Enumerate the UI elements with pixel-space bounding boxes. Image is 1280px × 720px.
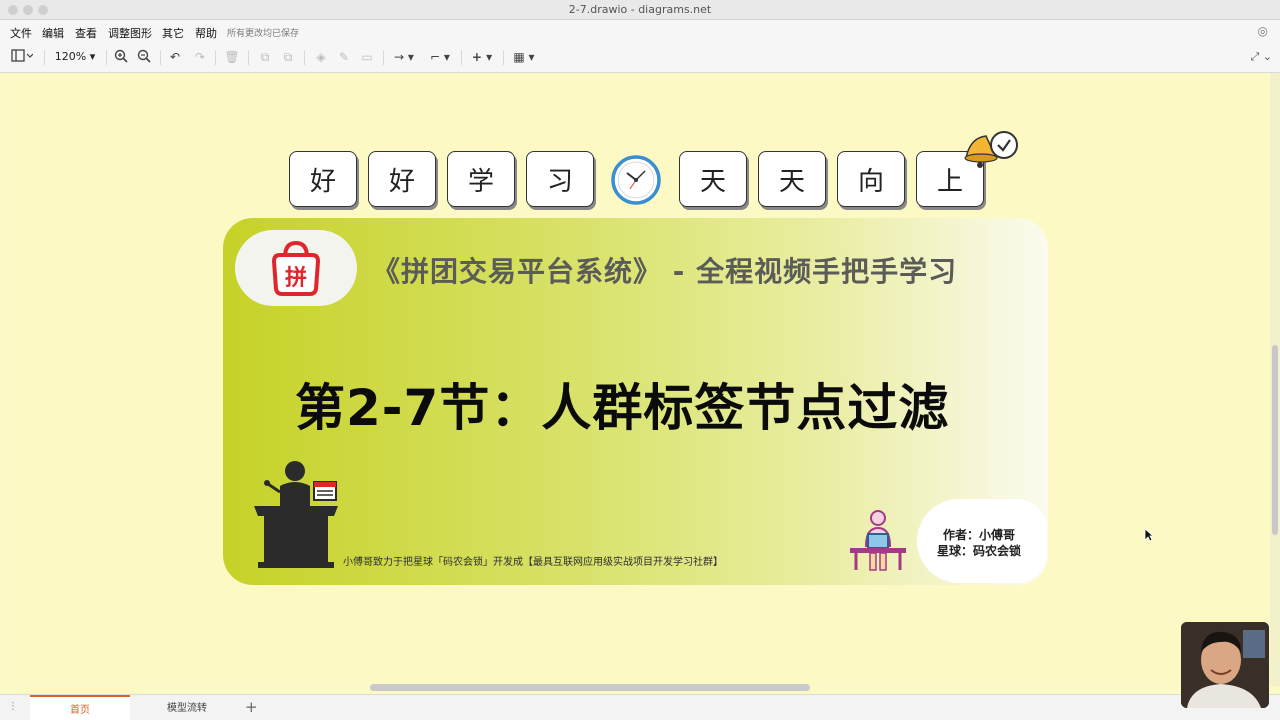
zoom-out-icon[interactable]: [136, 49, 152, 65]
connection-style-icon[interactable]: → ▾: [391, 49, 417, 65]
char-box[interactable]: 向: [837, 151, 905, 207]
alarm-bell-icon[interactable]: [962, 128, 1020, 172]
reading-person-icon: [850, 510, 906, 571]
save-status: 所有更改均已保存: [227, 29, 300, 39]
horizontal-scroll-thumb[interactable]: [370, 684, 810, 691]
clock-icon[interactable]: [610, 154, 662, 206]
right-panel-tools[interactable]: ⤢ ⌄: [1250, 50, 1272, 64]
add-page-icon[interactable]: +: [245, 698, 258, 716]
fill-color-icon[interactable]: ◈: [313, 49, 329, 65]
format-panel-toggle-icon[interactable]: [9, 49, 35, 65]
zoom-in-icon[interactable]: [113, 49, 129, 65]
char-box[interactable]: 天: [758, 151, 826, 207]
author-card: 作者：小傅哥 星球：码农会锁: [917, 499, 1047, 583]
char-box[interactable]: 好: [368, 151, 436, 207]
shadow-icon[interactable]: ▭: [359, 49, 375, 65]
to-back-icon[interactable]: ⧉: [280, 49, 296, 65]
page-tabs-bar: ⋮ 首页 模型流转 +: [0, 694, 1280, 720]
vertical-scroll-thumb[interactable]: [1272, 345, 1278, 535]
toolbar: 120% ▾ ↶ ↷ 🗑 ⧉ ⧉ ◈ ✎ ▭ → ▾ ⌐ ▾ + ▾ ▦ ▾ ⤢…: [0, 42, 1280, 73]
logo-text: 拼: [285, 265, 307, 291]
language-globe-icon[interactable]: ◎: [1258, 24, 1268, 38]
logo-pill: 拼: [235, 230, 357, 306]
vertical-scrollbar[interactable]: [1270, 73, 1280, 686]
window-titlebar: 2-7.drawio - diagrams.net: [0, 0, 1280, 20]
waypoints-icon[interactable]: ⌐ ▾: [426, 49, 454, 65]
delete-icon[interactable]: 🗑: [224, 49, 240, 65]
author-community: 星球：码农会锁: [937, 544, 1022, 558]
table-icon[interactable]: ▦ ▾: [511, 49, 537, 65]
mouse-cursor-icon: [1144, 528, 1154, 542]
drawio-app: 2-7.drawio - diagrams.net 文件 编辑 查看 调整图形 …: [0, 0, 1280, 720]
course-title: 《拼团交易平台系统》 - 全程视频手把手学习: [372, 255, 958, 288]
insert-icon[interactable]: + ▾: [469, 49, 495, 65]
char-box[interactable]: 学: [447, 151, 515, 207]
menu-file[interactable]: 文件: [10, 25, 32, 41]
tab-model-flow[interactable]: 模型流转: [137, 695, 237, 720]
menu-view[interactable]: 查看: [75, 25, 97, 41]
char-box[interactable]: 天: [679, 151, 747, 207]
menu-arrange[interactable]: 调整图形: [108, 25, 152, 41]
zoom-select[interactable]: 120% ▾: [52, 49, 98, 65]
zoom-value: 120%: [54, 50, 87, 63]
to-front-icon[interactable]: ⧉: [257, 49, 273, 65]
author-name: 作者：小傅哥: [943, 528, 1016, 542]
line-color-icon[interactable]: ✎: [336, 49, 352, 65]
redo-icon[interactable]: ↷: [192, 49, 208, 65]
webcam-presenter-video: [1181, 622, 1269, 708]
menu-edit[interactable]: 编辑: [42, 25, 64, 41]
tab-home[interactable]: 首页: [30, 695, 130, 720]
speaker-podium-icon: [254, 461, 338, 568]
slogan-text: 小傅哥致力于把星球「码农会锁」开发成【最具互联网应用级实战项目开发学习社群】: [343, 557, 723, 568]
char-box[interactable]: 好: [289, 151, 357, 207]
menu-extras[interactable]: 其它: [162, 25, 184, 41]
pages-menu-icon[interactable]: ⋮: [8, 701, 18, 712]
shopping-bag-logo-icon: 拼: [271, 240, 321, 296]
window-title: 2-7.drawio - diagrams.net: [568, 3, 712, 16]
menu-help[interactable]: 帮助: [195, 25, 217, 41]
menu-bar: 文件 编辑 查看 调整图形 其它 帮助 所有更改均已保存 ◎: [0, 20, 1280, 42]
char-box[interactable]: 习: [526, 151, 594, 207]
lesson-title: 第2-7节：人群标签节点过滤: [295, 379, 950, 437]
undo-icon[interactable]: ↶: [167, 49, 183, 65]
